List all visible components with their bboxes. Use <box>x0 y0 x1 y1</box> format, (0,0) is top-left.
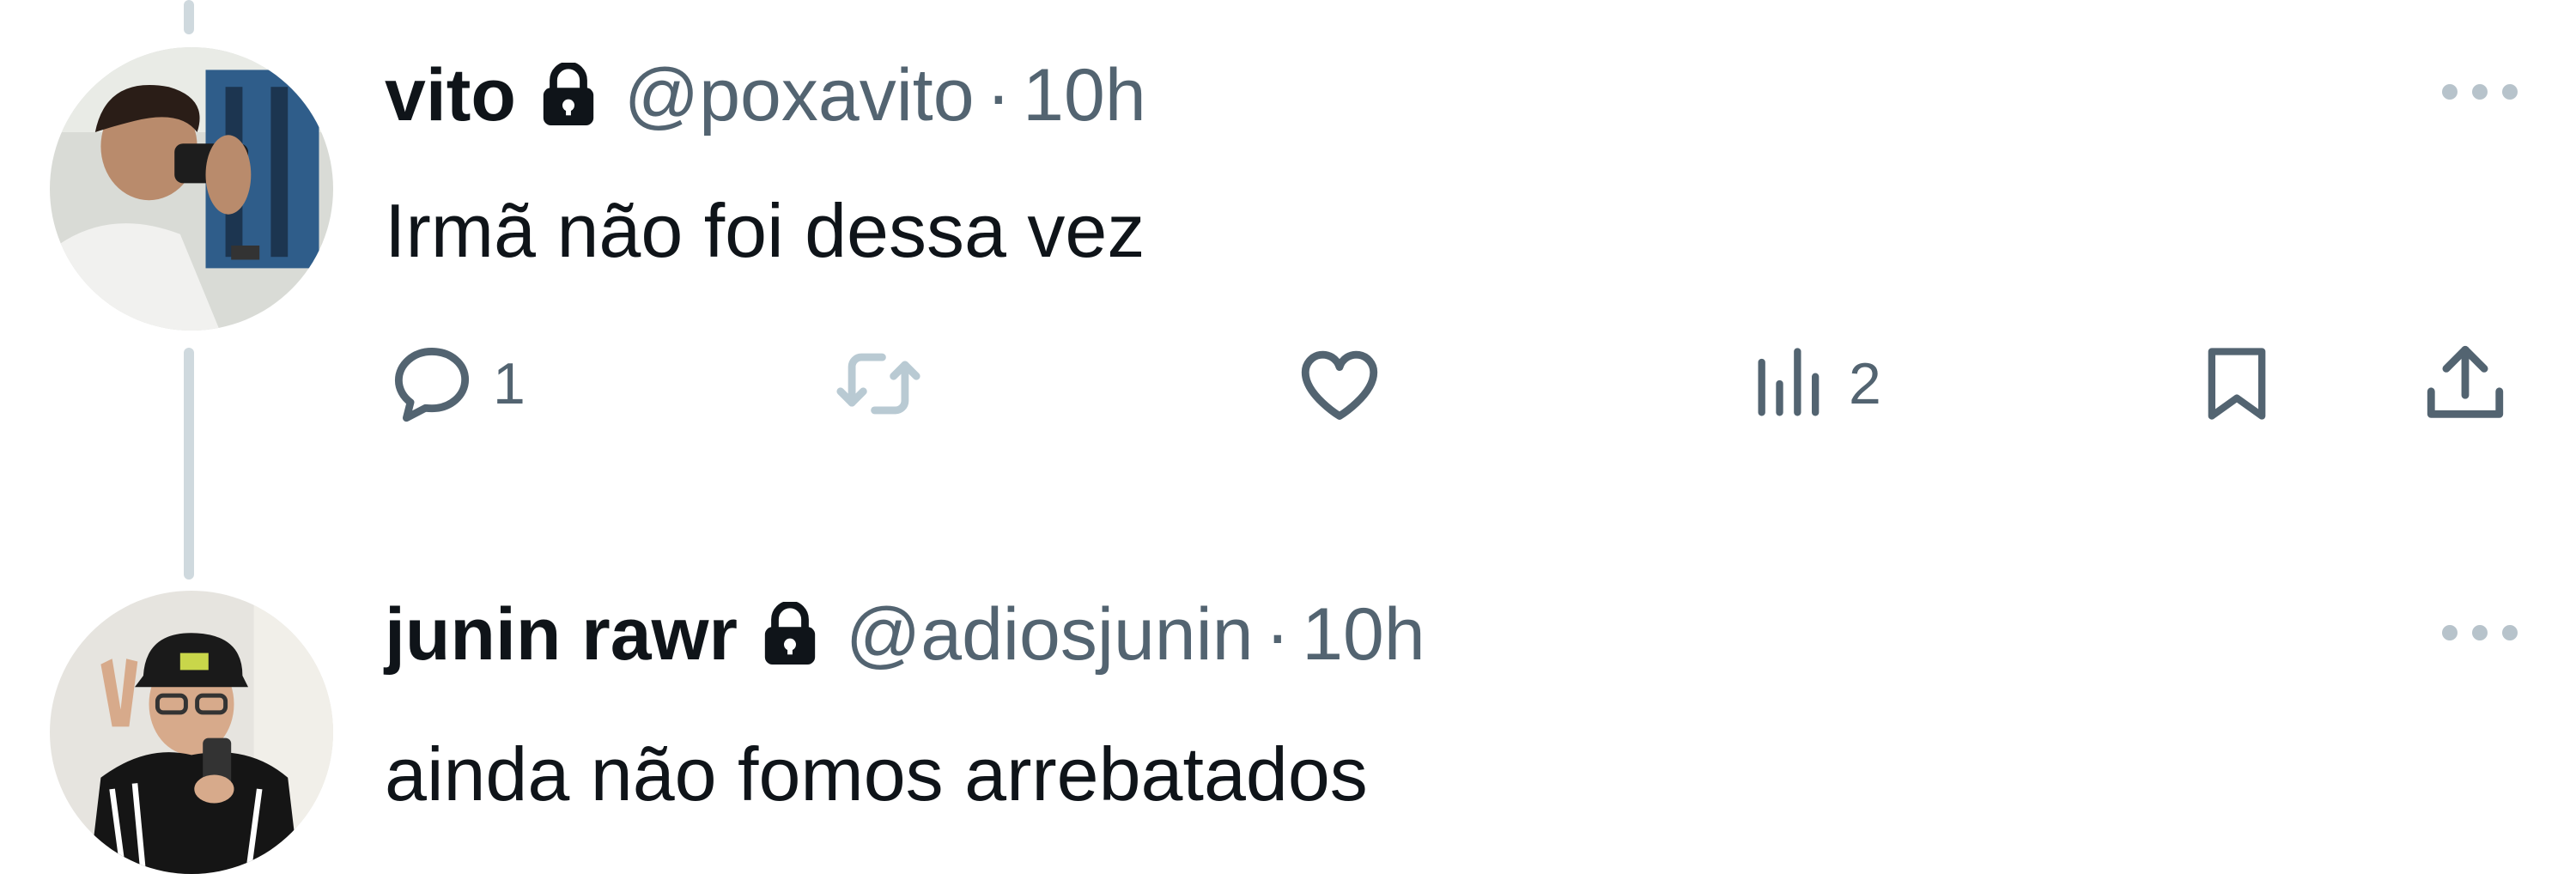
separator-dot: · <box>1265 593 1291 676</box>
lock-icon <box>538 63 598 128</box>
like-button[interactable] <box>1292 337 1387 431</box>
tweet-header: vito @poxavito · 10h <box>385 58 1146 132</box>
bookmark-button[interactable] <box>2194 337 2280 431</box>
reply-icon <box>386 338 477 429</box>
tweet-header: junin rawr @adiosjunin · 10h <box>385 598 1425 671</box>
retweet-icon <box>831 338 926 429</box>
more-icon[interactable] <box>2437 620 2523 646</box>
bookmark-icon <box>2194 337 2280 431</box>
timestamp[interactable]: 10h <box>1023 58 1146 132</box>
views-icon <box>1747 341 1833 427</box>
handle[interactable]: @adiosjunin <box>846 598 1254 671</box>
views-button[interactable]: 2 <box>1747 337 1881 431</box>
avatar[interactable] <box>50 591 333 874</box>
more-icon[interactable] <box>2437 79 2523 105</box>
tweet-text: ainda não fomos arrebatados <box>385 731 1368 816</box>
share-icon <box>2420 338 2511 429</box>
tweet-text: Irmã não foi dessa vez <box>385 188 1145 273</box>
separator-dot: · <box>986 54 1012 137</box>
handle[interactable]: @poxavito <box>624 58 975 132</box>
lock-icon <box>760 602 820 667</box>
views-count: 2 <box>1849 351 1881 416</box>
reply-count: 1 <box>493 351 526 416</box>
thread-line <box>184 348 194 580</box>
avatar[interactable] <box>50 47 333 331</box>
display-name[interactable]: vito <box>385 58 516 132</box>
reply-button[interactable]: 1 <box>386 337 526 431</box>
timestamp[interactable]: 10h <box>1302 598 1425 671</box>
share-button[interactable] <box>2420 337 2511 431</box>
thread-line <box>184 0 194 34</box>
like-icon <box>1292 338 1387 429</box>
display-name[interactable]: junin rawr <box>385 598 738 671</box>
retweet-button[interactable] <box>831 337 926 431</box>
